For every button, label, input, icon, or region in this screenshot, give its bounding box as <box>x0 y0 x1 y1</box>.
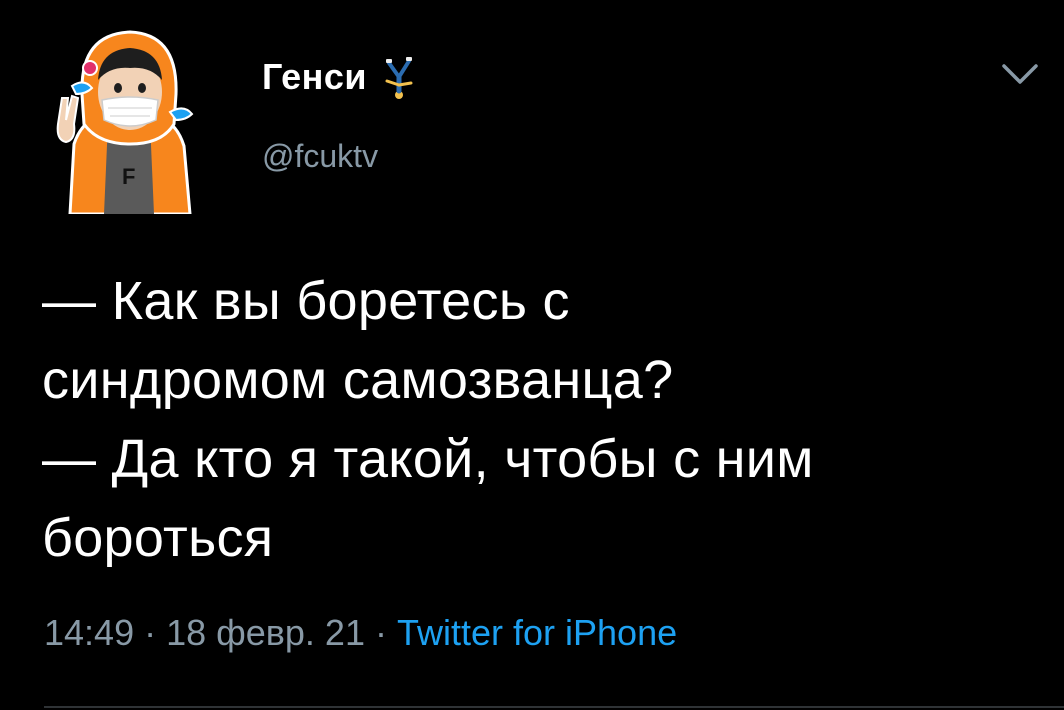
tweet-date[interactable]: 18 февр. 21 <box>166 612 365 653</box>
user-name-row[interactable]: Генси <box>262 52 417 102</box>
tweet-text-line: бороться <box>42 508 274 568</box>
person-cartwheeling-icon <box>385 57 413 99</box>
avatar[interactable]: F <box>52 24 204 214</box>
user-handle[interactable]: @fcuktv <box>262 138 378 175</box>
tweet-card: F Генси @fcuktv — Как вы боретесь с синд… <box>0 0 1064 710</box>
meta-separator: · <box>364 612 397 653</box>
tweet-text-line: синдромом самозванца? <box>42 350 674 410</box>
tweet-text: — Как вы боретесь с синдромом самозванца… <box>42 262 1032 578</box>
tweet-text-line: — Как вы боретесь с <box>42 271 570 331</box>
divider <box>44 706 1064 708</box>
meta-separator: · <box>134 612 167 653</box>
avatar-illustration-icon: F <box>56 30 194 214</box>
tweet-text-line: — Да кто я такой, чтобы с ним <box>42 429 814 489</box>
tweet-meta: 14:49 · 18 февр. 21 · Twitter for iPhone <box>44 612 677 654</box>
tweet-time[interactable]: 14:49 <box>44 612 134 653</box>
display-name[interactable]: Генси <box>262 56 367 98</box>
chevron-down-icon[interactable] <box>1000 60 1040 88</box>
tweet-source-link[interactable]: Twitter for iPhone <box>397 612 677 653</box>
svg-text:F: F <box>122 164 135 189</box>
